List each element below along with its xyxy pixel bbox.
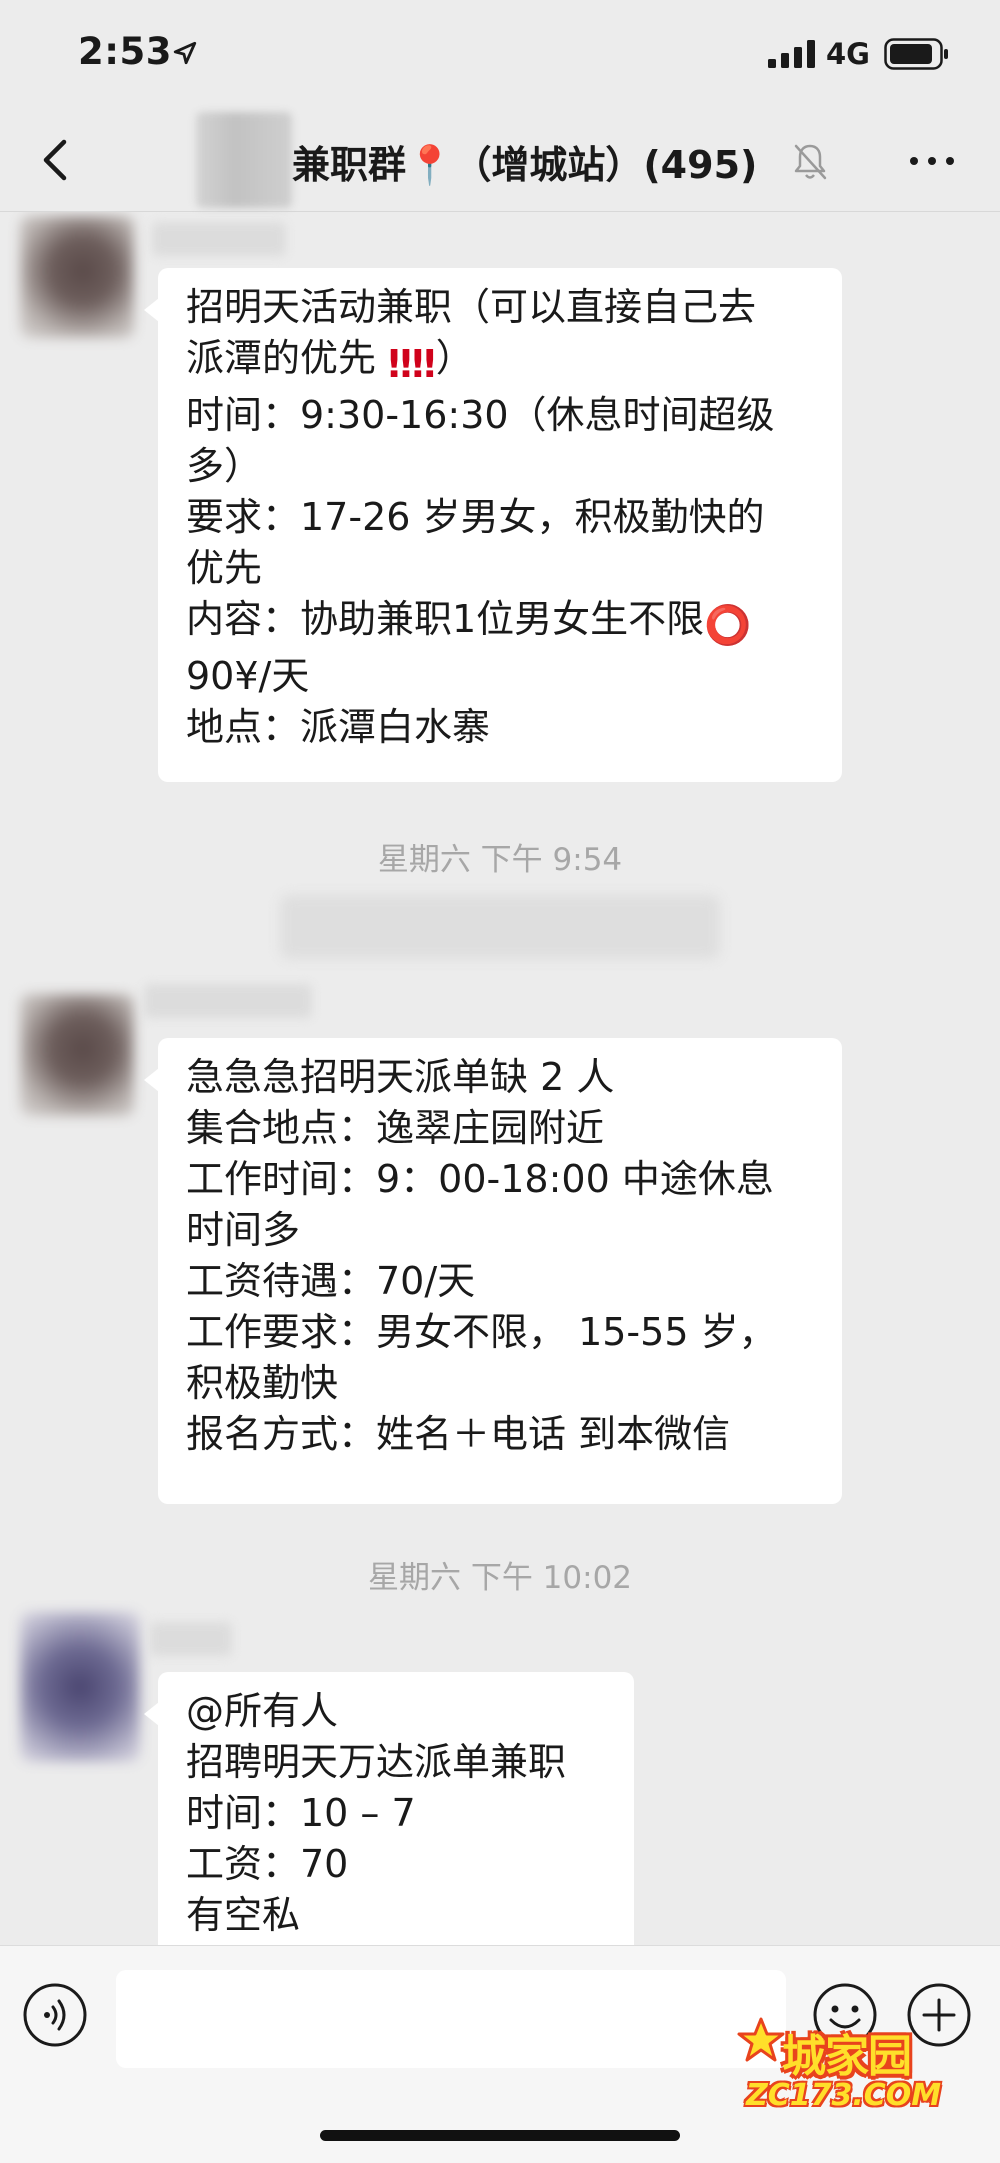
message-text-line: 工作要求：男女不限， 15-55 岁， (186, 1310, 777, 1354)
message-text-line: 多） (186, 444, 263, 488)
sender-avatar[interactable] (20, 1612, 140, 1762)
star-logo-icon (737, 2017, 785, 2062)
message-bubble[interactable]: 急急急招明天派单缺 2 人 集合地点：逸翠庄园附近 工作时间：9：00-18:0… (144, 1038, 842, 1504)
message-text-line: 工资待遇：70/天 (186, 1259, 476, 1303)
watermark-title: 城家园 (782, 2031, 912, 2082)
message-text-line: 工资：70 (186, 1842, 349, 1886)
network-type: 4G (826, 37, 870, 71)
chat-header: 兼职群📍（增城站）(495) (0, 110, 1000, 212)
chat-message-list[interactable]: 招明天活动兼职（可以直接自己去 派潭的优先 ‼‼） 时间：9:30-16:30（… (0, 212, 1000, 1945)
message-text-line: 有空私 (186, 1893, 301, 1937)
watermark-url: ZC173.COM (746, 2078, 942, 2113)
mute-bell-icon (794, 144, 827, 180)
redacted-sender-name (152, 222, 286, 256)
more-dot-icon (928, 157, 936, 165)
message-text-line: 报名方式：姓名＋电话 到本微信 (186, 1412, 731, 1456)
status-time: 2:53 (78, 30, 173, 73)
status-bar: 2:53 4G (0, 0, 1000, 110)
message-text-line: 集合地点：逸翠庄园附近 (186, 1106, 605, 1150)
group-title[interactable]: 兼职群📍（增城站）(495) (292, 134, 757, 189)
message-text-line: 招明天活动兼职（可以直接自己去 (186, 285, 757, 329)
message-text-line: 工作时间：9：00-18:00 中途休息 (186, 1157, 774, 1201)
message-text-line: 积极勤快 (186, 1361, 339, 1405)
location-arrow-icon (173, 41, 197, 65)
message-text-line: 时间：9:30-16:30（休息时间超级 (186, 393, 775, 437)
site-watermark: 城家园 ZC173.COM (736, 2016, 968, 2120)
message-text-line: 要求：17-26 岁男女，积极勤快的 (186, 495, 765, 539)
message-timestamp: 星期六 下午 9:54 (377, 842, 623, 878)
redacted-group-name (196, 112, 292, 208)
redacted-system-notice (280, 895, 720, 959)
battery-icon (884, 38, 948, 70)
redacted-sender-name (144, 984, 312, 1018)
message-text-line: 急急急招明天派单缺 2 人 (186, 1055, 615, 1099)
more-dot-icon (910, 157, 918, 165)
cellular-signal-icon (768, 40, 815, 68)
more-options-button[interactable] (902, 140, 962, 180)
message-timestamp: 星期六 下午 10:02 (367, 1560, 633, 1596)
message-text-line: 招聘明天万达派单兼职 (186, 1740, 567, 1784)
sender-avatar[interactable] (20, 216, 134, 338)
message-text-line: 地点：派潭白水寨 (186, 705, 491, 749)
message-bubble[interactable]: 招明天活动兼职（可以直接自己去 派潭的优先 ‼‼） 时间：9:30-16:30（… (144, 268, 842, 782)
message-text-line: 派潭的优先 ‼‼） (186, 336, 474, 386)
message-text-line: 时间：10 – 7 (186, 1791, 416, 1835)
home-indicator[interactable] (320, 2130, 680, 2141)
message-bubble[interactable]: @所有人 招聘明天万达派单兼职 时间：10 – 7 工资：70 有空私 (144, 1672, 634, 1945)
voice-icon[interactable] (22, 1982, 88, 2048)
message-text-line: 内容：协助兼职1位男女生不限⭕ (186, 597, 752, 647)
sender-avatar[interactable] (20, 994, 134, 1116)
back-icon[interactable] (30, 132, 80, 188)
message-text-line: 时间多 (186, 1208, 301, 1252)
more-dot-icon (946, 157, 954, 165)
message-text-line: 90¥/天 (186, 654, 310, 698)
message-input[interactable] (116, 1970, 786, 2068)
message-text-line: @所有人 (186, 1689, 339, 1733)
message-text-line: 优先 (186, 546, 263, 590)
redacted-sender-name (150, 1622, 232, 1656)
